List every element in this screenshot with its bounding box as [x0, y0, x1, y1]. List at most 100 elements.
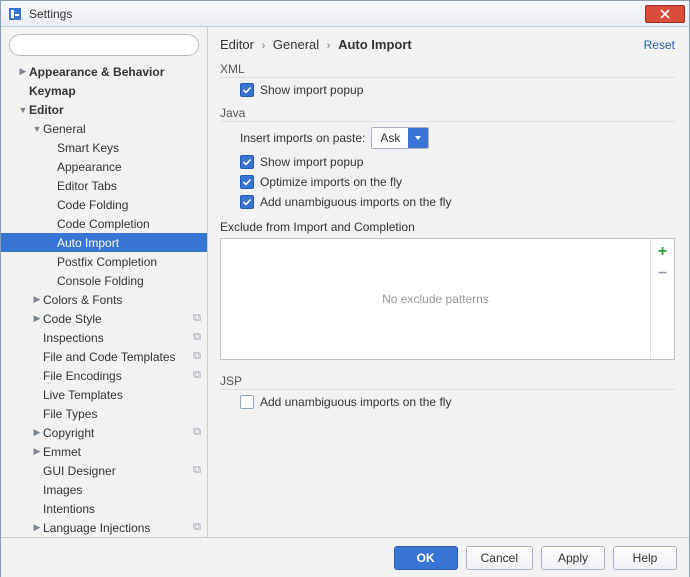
tree-item-code-style[interactable]: ▶Code Style ⧉: [1, 309, 207, 328]
insert-imports-select[interactable]: Ask: [371, 127, 429, 149]
tree-item-copyright[interactable]: ▶Copyright⧉: [1, 423, 207, 442]
tree-item-editor-tabs[interactable]: Editor Tabs: [1, 176, 207, 195]
tree-item-label: Copyright: [43, 426, 189, 440]
profile-icon: ⧉: [193, 369, 201, 382]
tree-item-gui-designer[interactable]: GUI Designer ⧉: [1, 461, 207, 480]
window-title: Settings: [29, 7, 645, 21]
tree-item-live-templates[interactable]: Live Templates: [1, 385, 207, 404]
tree-item-label: File and Code Templates: [43, 350, 189, 364]
tree-item-images[interactable]: Images: [1, 480, 207, 499]
dialog-footer: OK Cancel Apply Help: [1, 537, 689, 577]
chevron-right-icon: ▶: [31, 313, 43, 324]
profile-icon: ⧉: [193, 464, 201, 477]
chevron-down-icon: ▼: [17, 105, 29, 115]
tree-item-label: Emmet: [43, 445, 201, 459]
tree-item-editor[interactable]: ▼Editor: [1, 100, 207, 119]
tree-item-general[interactable]: ▼General: [1, 119, 207, 138]
ok-button[interactable]: OK: [394, 546, 458, 570]
tree-item-appearance-behavior[interactable]: ▶Appearance & Behavior: [1, 62, 207, 81]
java-unambiguous-checkbox[interactable]: [240, 195, 254, 209]
tree-item-appearance[interactable]: Appearance: [1, 157, 207, 176]
help-button[interactable]: Help: [613, 546, 677, 570]
tree-item-label: Colors & Fonts: [43, 293, 201, 307]
insert-imports-value: Ask: [372, 128, 408, 148]
cancel-button[interactable]: Cancel: [466, 546, 533, 570]
tree-item-label: Editor Tabs: [57, 179, 201, 193]
settings-tree[interactable]: ▶Appearance & BehaviorKeymap▼Editor▼Gene…: [1, 62, 207, 537]
tree-item-label: GUI Designer: [43, 464, 189, 478]
crumb-editor: Editor: [220, 37, 254, 52]
remove-pattern-button[interactable]: −: [654, 265, 672, 283]
chevron-right-icon: ▶: [17, 66, 29, 77]
chevron-right-icon: ▶: [31, 427, 43, 438]
jsp-unambiguous-label: Add unambiguous imports on the fly: [260, 395, 451, 409]
tree-item-label: Keymap: [29, 84, 201, 98]
sidebar: ▶Appearance & BehaviorKeymap▼Editor▼Gene…: [1, 27, 208, 537]
java-show-popup-checkbox[interactable]: [240, 155, 254, 169]
tree-item-label: Console Folding: [57, 274, 201, 288]
tree-item-language-injections[interactable]: ▶Language Injections⧉: [1, 518, 207, 537]
tree-item-code-folding[interactable]: Code Folding: [1, 195, 207, 214]
add-pattern-button[interactable]: +: [654, 243, 672, 261]
chevron-right-icon: ▶: [31, 522, 43, 533]
tree-item-label: File Encodings: [43, 369, 189, 383]
tree-item-intentions[interactable]: Intentions: [1, 499, 207, 518]
tree-item-label: File Types: [43, 407, 201, 421]
tree-item-label: General: [43, 122, 201, 136]
section-xml-title: XML: [220, 62, 675, 78]
tree-item-label: Appearance & Behavior: [29, 65, 201, 79]
tree-item-file-types[interactable]: File Types: [1, 404, 207, 423]
tree-item-auto-import[interactable]: Auto Import: [1, 233, 207, 252]
chevron-down-icon: ▼: [31, 124, 43, 134]
tree-item-label: Images: [43, 483, 201, 497]
jsp-unambiguous-checkbox[interactable]: [240, 395, 254, 409]
section-java-title: Java: [220, 106, 675, 122]
tree-item-label: Postfix Completion: [57, 255, 201, 269]
chevron-right-icon: ▶: [31, 294, 43, 305]
tree-item-label: Auto Import: [57, 236, 201, 250]
exclude-empty-text: No exclude patterns: [221, 239, 650, 359]
java-show-popup-label: Show import popup: [260, 155, 363, 169]
crumb-general: General: [273, 37, 319, 52]
tree-item-emmet[interactable]: ▶Emmet: [1, 442, 207, 461]
breadcrumb: Editor › General › Auto Import: [220, 37, 644, 52]
tree-item-label: Live Templates: [43, 388, 201, 402]
java-optimize-label: Optimize imports on the fly: [260, 175, 402, 189]
tree-item-keymap[interactable]: Keymap: [1, 81, 207, 100]
tree-item-label: Inspections: [43, 331, 189, 345]
tree-item-label: Language Injections: [43, 521, 189, 535]
exclude-list-box: No exclude patterns + −: [220, 238, 675, 360]
apply-button[interactable]: Apply: [541, 546, 605, 570]
tree-item-smart-keys[interactable]: Smart Keys: [1, 138, 207, 157]
tree-item-file-and-code-templates[interactable]: File and Code Templates ⧉: [1, 347, 207, 366]
tree-item-label: Editor: [29, 103, 201, 117]
exclude-title: Exclude from Import and Completion: [220, 220, 675, 234]
java-optimize-checkbox[interactable]: [240, 175, 254, 189]
tree-item-inspections[interactable]: Inspections ⧉: [1, 328, 207, 347]
close-button[interactable]: [645, 5, 685, 23]
search-input[interactable]: [9, 34, 199, 56]
tree-item-console-folding[interactable]: Console Folding: [1, 271, 207, 290]
profile-icon: ⧉: [193, 312, 201, 325]
insert-imports-label: Insert imports on paste:: [240, 131, 365, 145]
reset-link[interactable]: Reset: [644, 38, 675, 52]
tree-item-colors-fonts[interactable]: ▶Colors & Fonts: [1, 290, 207, 309]
tree-item-label: Code Completion: [57, 217, 201, 231]
app-icon: [7, 6, 23, 22]
tree-item-label: Appearance: [57, 160, 201, 174]
chevron-right-icon: ›: [262, 40, 266, 52]
xml-show-popup-checkbox[interactable]: [240, 83, 254, 97]
xml-show-popup-label: Show import popup: [260, 83, 363, 97]
tree-item-label: Code Style: [43, 312, 189, 326]
tree-item-code-completion[interactable]: Code Completion: [1, 214, 207, 233]
chevron-right-icon: ›: [327, 40, 331, 52]
chevron-down-icon[interactable]: [408, 128, 428, 148]
profile-icon: ⧉: [193, 350, 201, 363]
titlebar: Settings: [1, 1, 689, 27]
tree-item-postfix-completion[interactable]: Postfix Completion: [1, 252, 207, 271]
tree-item-file-encodings[interactable]: File Encodings ⧉: [1, 366, 207, 385]
profile-icon: ⧉: [193, 331, 201, 344]
section-jsp-title: JSP: [220, 374, 675, 390]
chevron-right-icon: ▶: [31, 446, 43, 457]
java-unambiguous-label: Add unambiguous imports on the fly: [260, 195, 451, 209]
